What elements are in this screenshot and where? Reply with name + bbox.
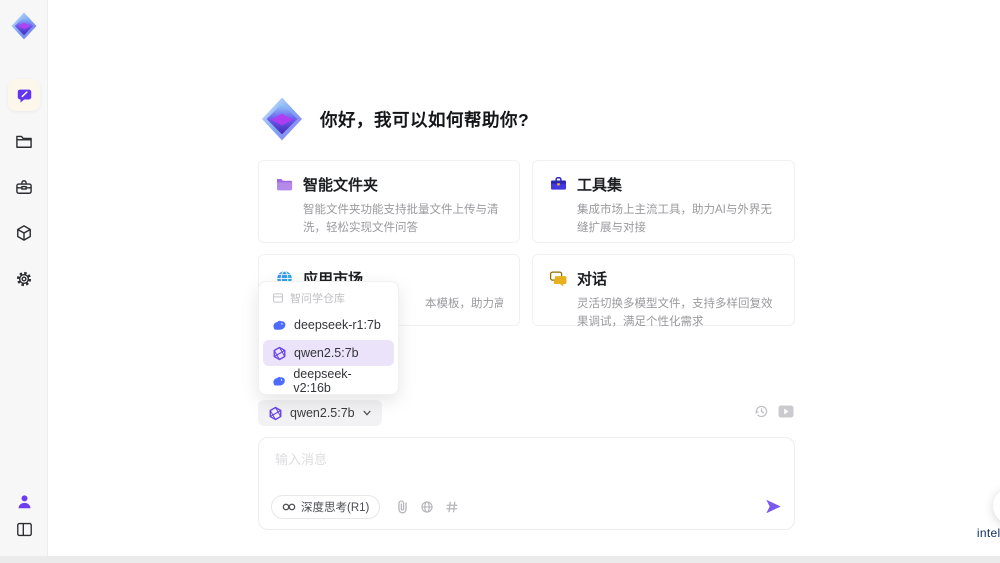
card-description: 集成市场上主流工具，助力AI与外界无缝扩展与对接 [577,204,772,234]
selected-model-label: qwen2.5:7b [290,406,355,420]
main-content: 你好，我可以如何帮助你? 智能文件夹 智能文件夹功能支持批量文件上传与清洗，轻松… [48,0,1000,556]
toolbox-icon [16,180,32,194]
sidebar-item-tools[interactable] [8,171,40,203]
toolbox-blue-icon [550,177,567,190]
sidebar-item-chat[interactable] [8,79,40,111]
card-title: 对话 [577,271,608,288]
model-dropdown-header: 智问学仓库 [263,288,394,312]
assistant-logo-icon [262,97,302,141]
intel-tier-label: ultra [976,541,1000,548]
app-logo-icon [11,12,37,40]
model-option-qwen[interactable]: qwen2.5:7b [263,340,394,366]
composer-attachments [396,499,459,514]
folder-purple-icon [276,178,293,191]
sidebar-item-files[interactable] [8,125,40,157]
hash-grid-icon[interactable] [445,500,459,514]
sidebar-item-settings[interactable] [8,263,40,295]
send-icon [766,499,781,514]
greeting: 你好，我可以如何帮助你? [258,95,529,143]
user-icon [18,494,30,508]
video-icon[interactable] [778,405,794,418]
model-option-deepseek-v2[interactable]: deepseek-v2:16b [263,367,394,395]
folder-icon [16,135,32,148]
repository-icon [272,293,284,303]
composer-toolbar: 深度思考(R1) [271,494,782,519]
composer-top-icons [754,404,794,419]
qwen-icon [269,406,282,420]
infinity-icon [282,503,296,510]
bottom-edge-strip [0,556,1000,563]
download-fab-button[interactable] [993,488,1000,524]
card-description: 灵活切换多模型文件，支持多样回复效果调试，满足个性化需求 [577,298,773,328]
intel-core-badge: intel core ultra [976,526,1000,548]
model-selector-button[interactable]: qwen2.5:7b [258,400,382,426]
card-toolset[interactable]: 工具集 集成市场上主流工具，助力AI与外界无缝扩展与对接 [532,160,795,243]
history-icon[interactable] [754,404,769,419]
sidebar [0,0,48,556]
message-input[interactable] [273,447,773,487]
card-dialogue[interactable]: 对话 灵活切换多模型文件，支持多样回复效果调试，满足个性化需求 [532,254,795,328]
paperclip-icon[interactable] [396,499,409,514]
chat-gold-icon [549,271,567,287]
send-button[interactable] [765,498,782,515]
split-panel-icon [16,522,32,536]
model-dropdown-menu: 智问学仓库 deepseek-r1:7b qwen2.5:7b deepseek… [258,281,399,395]
deepseek-whale-icon [273,320,286,330]
sidebar-item-models[interactable] [8,217,40,249]
intel-wordmark: intel [976,526,1000,540]
deep-think-toggle[interactable]: 深度思考(R1) [271,494,381,519]
model-option-deepseek-r1[interactable]: deepseek-r1:7b [263,312,394,338]
card-title: 智能文件夹 [303,177,379,194]
chevron-down-icon [363,410,371,416]
cube-icon [17,225,31,241]
message-composer: 深度思考(R1) [258,437,795,530]
card-smart-folder[interactable]: 智能文件夹 智能文件夹功能支持批量文件上传与清洗，轻松实现文件问答 [258,160,520,243]
greeting-title: 你好，我可以如何帮助你? [320,109,530,130]
card-title: 工具集 [577,177,623,194]
sidebar-item-collapse[interactable] [8,513,40,545]
app-window: 你好，我可以如何帮助你? 智能文件夹 智能文件夹功能支持批量文件上传与清洗，轻松… [0,0,1000,563]
chat-bubble-icon [17,89,31,103]
qwen-icon [273,346,286,360]
card-description: 智能文件夹功能支持批量文件上传与清洗，轻松实现文件问答 [303,204,499,234]
gear-icon [16,271,32,287]
globe-icon[interactable] [420,500,434,514]
deepseek-whale-icon [273,376,285,386]
